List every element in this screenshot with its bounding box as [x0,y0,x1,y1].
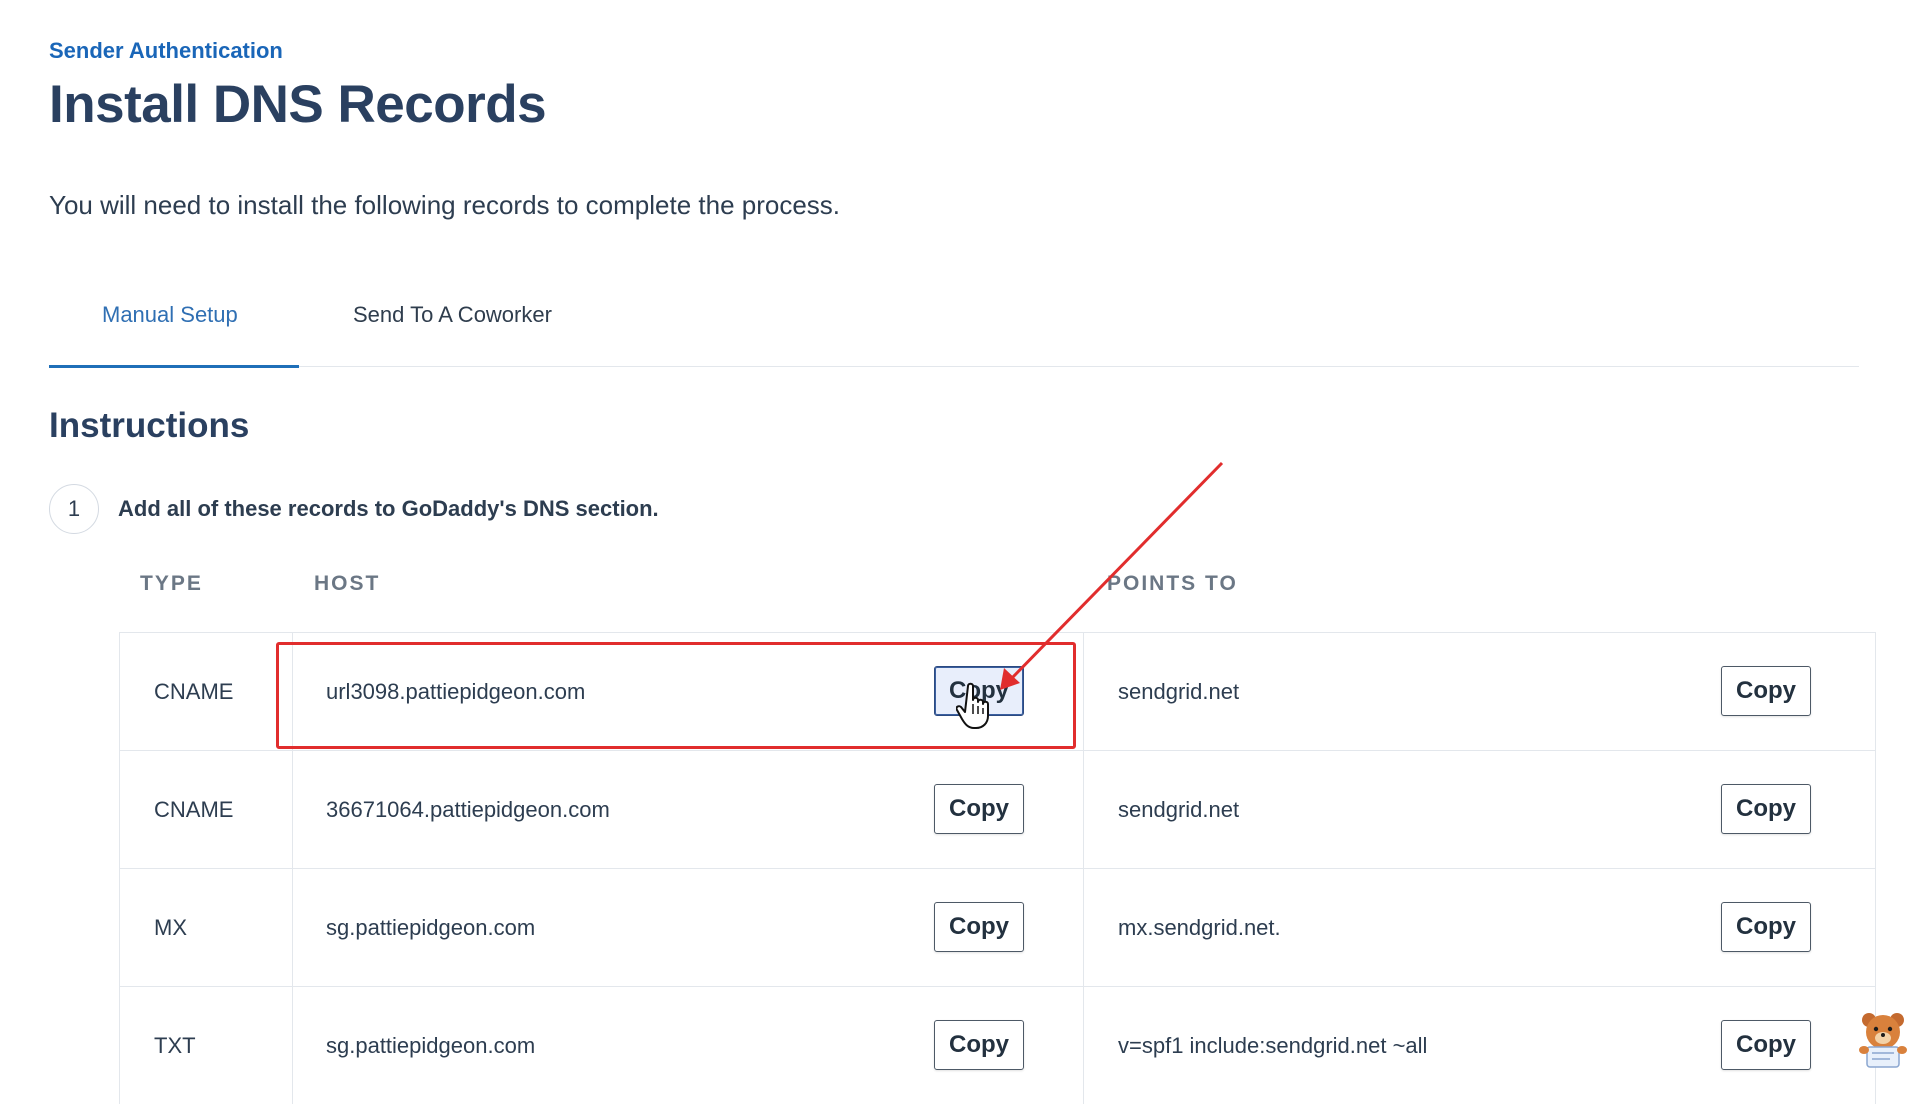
page-subtitle: You will need to install the following r… [49,190,841,220]
record-type-cell: CNAME [120,751,293,868]
record-host-cell: sg.pattiepidgeon.com Copy [292,869,1084,986]
record-type: CNAME [154,796,234,822]
record-points-to: v=spf1 include:sendgrid.net ~all [1118,1032,1428,1058]
table-row: TXT sg.pattiepidgeon.com Copy v=spf1 inc… [120,987,1875,1104]
copy-points-to-button[interactable]: Copy [1721,1020,1811,1070]
step-text: Add all of these records to GoDaddy's DN… [118,496,659,521]
record-host: url3098.pattiepidgeon.com [326,678,586,704]
step-number-badge: 1 [49,484,99,534]
page-content: Sender Authentication Install DNS Record… [49,0,1876,1104]
record-host: sg.pattiepidgeon.com [326,914,536,940]
record-type: CNAME [154,678,234,704]
copy-points-to-button[interactable]: Copy [1721,902,1811,952]
record-type-cell: CNAME [120,633,293,750]
column-header-type: TYPE [140,572,203,595]
record-points-to-cell: v=spf1 include:sendgrid.net ~all Copy [1084,987,1875,1104]
copy-host-button[interactable]: Copy [934,1020,1024,1070]
record-host-cell: sg.pattiepidgeon.com Copy [292,987,1084,1104]
tab-manual-setup[interactable]: Manual Setup [102,302,238,328]
record-type: MX [154,914,187,940]
copy-points-to-button[interactable]: Copy [1721,784,1811,834]
record-points-to-cell: mx.sendgrid.net. Copy [1084,869,1875,986]
copy-host-button[interactable]: Copy [934,666,1024,716]
table-row: CNAME url3098.pattiepidgeon.com Copy sen… [120,633,1875,751]
table-row: MX sg.pattiepidgeon.com Copy mx.sendgrid… [120,869,1875,987]
record-points-to-cell: sendgrid.net Copy [1084,633,1875,750]
copy-points-to-button[interactable]: Copy [1721,666,1811,716]
instructions-title: Instructions [49,406,250,445]
record-points-to: mx.sendgrid.net. [1118,914,1281,940]
record-host-cell: 36671064.pattiepidgeon.com Copy [292,751,1084,868]
active-tab-indicator [49,365,299,368]
record-points-to: sendgrid.net [1118,796,1240,822]
dns-records-table: CNAME url3098.pattiepidgeon.com Copy sen… [119,632,1876,1104]
record-type-cell: MX [120,869,293,986]
instruction-step: 1 Add all of these records to GoDaddy's … [49,483,659,535]
record-host-cell: url3098.pattiepidgeon.com Copy [292,633,1084,750]
record-type: TXT [154,1032,196,1058]
record-points-to: sendgrid.net [1118,678,1240,704]
tab-send-to-coworker[interactable]: Send To A Coworker [353,302,552,328]
breadcrumb[interactable]: Sender Authentication [49,38,283,64]
copy-host-button[interactable]: Copy [934,902,1024,952]
tab-bar: Manual Setup Send To A Coworker [49,282,1859,368]
column-header-points-to: POINTS TO [1107,572,1238,595]
record-host: sg.pattiepidgeon.com [326,1032,536,1058]
page-title: Install DNS Records [49,75,547,134]
copy-host-button[interactable]: Copy [934,784,1024,834]
table-row: CNAME 36671064.pattiepidgeon.com Copy se… [120,751,1875,869]
record-host: 36671064.pattiepidgeon.com [326,796,610,822]
column-header-host: HOST [314,572,381,595]
record-type-cell: TXT [120,987,293,1104]
record-points-to-cell: sendgrid.net Copy [1084,751,1875,868]
